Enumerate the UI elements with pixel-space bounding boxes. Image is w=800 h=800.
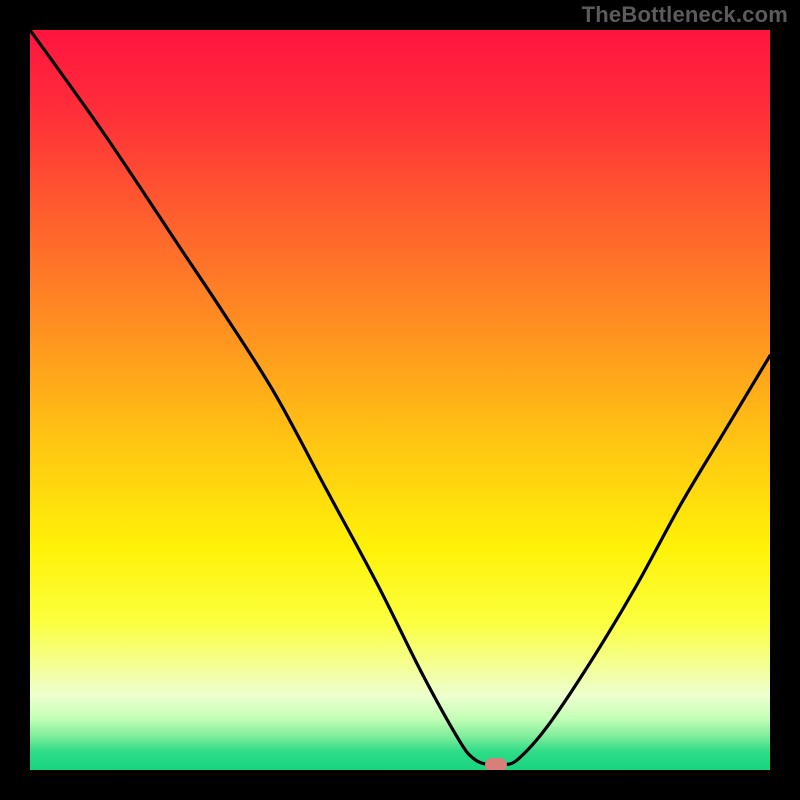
optimum-marker-icon bbox=[485, 758, 507, 770]
plot-area bbox=[30, 30, 770, 770]
gradient-background bbox=[30, 30, 770, 770]
plot-svg bbox=[30, 30, 770, 770]
chart-frame: TheBottleneck.com bbox=[0, 0, 800, 800]
watermark-text: TheBottleneck.com bbox=[582, 2, 788, 28]
